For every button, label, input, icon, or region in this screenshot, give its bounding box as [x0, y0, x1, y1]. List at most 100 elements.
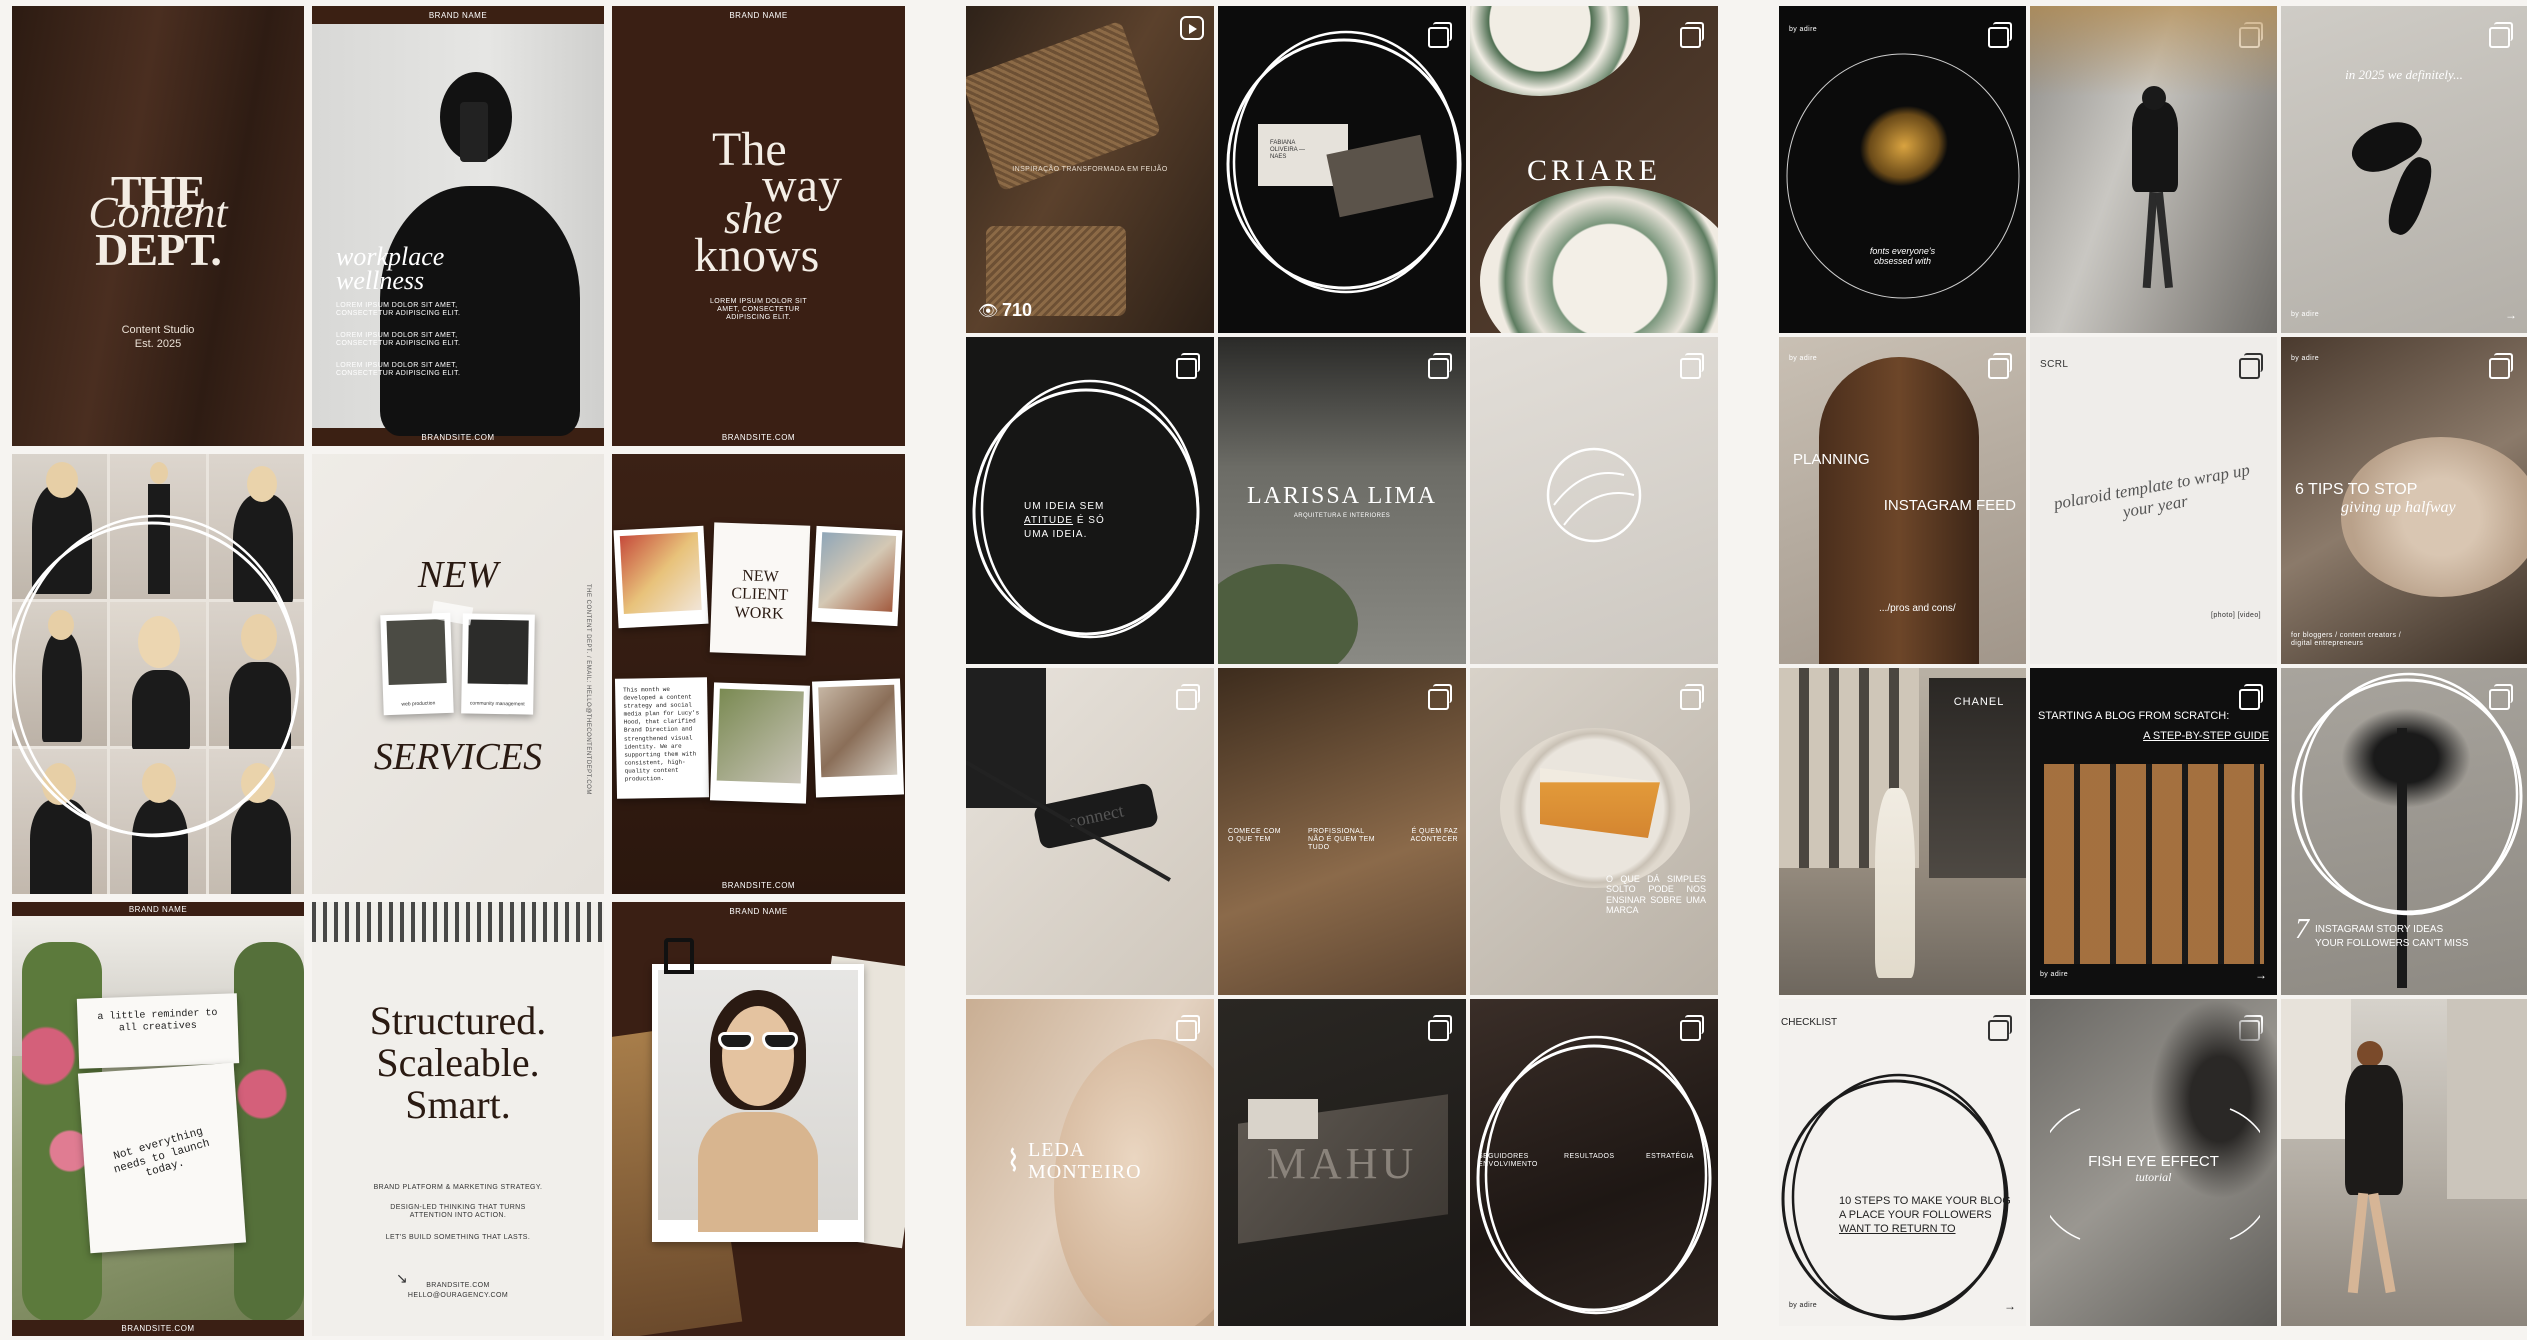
post-connect-tag[interactable]: connect	[966, 668, 1214, 995]
portrait-collage	[12, 454, 304, 894]
post-portrait-grid[interactable]	[12, 454, 304, 894]
post-the-content-dept[interactable]: THE Content DEPT. Content Studio Est. 20…	[12, 6, 304, 446]
post-2025-we-definitely[interactable]: in 2025 we definitely... by adire →	[2281, 6, 2527, 333]
blog-subtitle: A STEP-BY-STEP GUIDE	[2143, 730, 2269, 742]
post-orange-cake[interactable]: O QUE DÁ SIMPLES SOLTO PODE NOS ENSINAR …	[1470, 668, 1718, 995]
post-comece-com[interactable]: COMECE COM O QUE TEM PROFISSIONAL NÃO É …	[1218, 668, 1466, 995]
photo-card-right: community management	[461, 613, 535, 715]
post-structured-scaleable-smart[interactable]: Structured. Scaleable. Smart. BRAND PLAT…	[312, 902, 604, 1336]
line-1: BRAND PLATFORM & MARKETING STRATEGY.	[373, 1184, 543, 1191]
name-line-1: LEDA	[1028, 1139, 1086, 1161]
body-3: LOREM IPSUM DOLOR SIT AMET, CONSECTETUR …	[336, 362, 461, 378]
post-fish-eye-effect[interactable]: FISH EYE EFFECT tutorial	[2030, 999, 2277, 1326]
column-3: ESTRATÉGIA	[1646, 1153, 1694, 1160]
by-label: by adire	[2291, 355, 2320, 362]
reel-icon	[1180, 16, 1204, 40]
studio-label: Content Studio	[121, 324, 195, 336]
person-leg-1	[2347, 1192, 2369, 1294]
body-1: LOREM IPSUM DOLOR SIT AMET, CONSECTETUR …	[336, 302, 461, 318]
name-subtitle: ARQUITETURA E INTERIORES	[1293, 513, 1391, 519]
post-woman-wall[interactable]	[2030, 6, 2277, 333]
brand-name: BRAND NAME	[128, 905, 188, 914]
brand-criare: CRIARE	[1526, 154, 1661, 187]
photo-card-2	[811, 525, 903, 627]
script-heading: in 2025 we definitely...	[2345, 67, 2463, 82]
logo-bottom: DEPT.	[95, 224, 222, 275]
brand-name: BRAND NAME	[729, 11, 788, 20]
headline-3: Smart.	[405, 1082, 511, 1127]
post-leather-texture[interactable]: SEGUIDORES ENVOLVIMENTO RESULTADOS ESTRA…	[1470, 999, 1718, 1326]
reminder-note-bottom: Not everything needs to launch today.	[77, 1062, 247, 1254]
by-label: by adire	[1789, 355, 1818, 362]
plate-bottom	[1480, 186, 1718, 333]
name-title: LARISSA LIMA	[1246, 483, 1438, 509]
post-reminder-note[interactable]: BRAND NAME a little reminder to all crea…	[12, 902, 304, 1336]
script-text: polaroid template to wrap up your year	[2052, 460, 2252, 521]
post-uma-ideia[interactable]: UM IDEIA SEM ATITUDE É SÓ UMA IDEIA.	[966, 337, 1214, 664]
person-leg-2	[2155, 191, 2173, 289]
email: HELLO@OURAGENCY.COM	[407, 1292, 509, 1299]
post-woven-chair[interactable]: INSPIRAÇÃO TRANSFORMADA EM FEIJÃO 👁 710	[966, 6, 1214, 333]
carousel-icon	[1176, 353, 1200, 379]
column-2: PROFISSIONAL NÃO É QUEM TEM TUDO	[1308, 828, 1375, 852]
green-chair	[1218, 564, 1358, 664]
photo-card-left: web production	[380, 612, 454, 716]
note-card: This month we developed a content strate…	[614, 677, 710, 799]
tips-script: giving up halfway	[2341, 499, 2456, 516]
person-head	[2142, 86, 2166, 110]
carousel-icon	[1680, 22, 1704, 48]
brand-name: BRAND NAME	[428, 11, 488, 20]
grid-board-3: by adire fonts everyone's obsessed with …	[1779, 6, 2527, 1340]
post-checklist[interactable]: CHECKLIST 10 STEPS TO MAKE YOUR BLOG A P…	[1779, 999, 2026, 1326]
title-new: NEW	[417, 554, 499, 596]
name-line-2: MONTEIRO	[1028, 1161, 1142, 1183]
box-card	[1248, 1099, 1318, 1139]
site-url: BRANDSITE.COM	[721, 880, 796, 890]
golden-blur	[1848, 93, 1960, 199]
post-business-cards[interactable]: FABIANA OLIVEIRA — NAES	[1218, 6, 1466, 333]
post-fonts-obsessed[interactable]: by adire fonts everyone's obsessed with	[1779, 6, 2026, 333]
post-workplace-wellness[interactable]: BRAND NAME workplace wellness LOREM IPSU…	[312, 6, 604, 446]
post-polaroid-template[interactable]: SCRL polaroid template to wrap up your y…	[2030, 337, 2277, 664]
site-url: BRANDSITE.COM	[721, 432, 796, 442]
checklist-line-1: 10 STEPS TO MAKE YOUR BLOG	[1839, 1195, 2011, 1207]
caption: INSPIRAÇÃO TRANSFORMADA EM FEIJÃO	[1012, 166, 1168, 173]
number-7: 7	[2295, 914, 2309, 945]
post-starting-a-blog[interactable]: STARTING A BLOG FROM SCRATCH: A STEP-BY-…	[2030, 668, 2277, 995]
carousel-icon	[1428, 1015, 1452, 1041]
post-the-way-she-knows[interactable]: BRAND NAME The way she knows LOREM IPSUM…	[612, 6, 905, 446]
body-text: LOREM IPSUM DOLOR SIT AMET, CONSECTETUR …	[709, 298, 808, 322]
post-6-tips[interactable]: by adire 6 TIPS TO STOP giving up halfwa…	[2281, 337, 2527, 664]
post-new-services[interactable]: NEW web production community management …	[312, 454, 604, 894]
carousel-icon	[2239, 353, 2263, 379]
est-label: Est. 2025	[134, 338, 182, 350]
by-label: by adire	[1789, 26, 1818, 33]
column-1: COMECE COM O QUE TEM	[1228, 828, 1281, 844]
side-credit: THE CONTENT DEPT. / EMAIL: HELLO@THECONT…	[584, 584, 591, 795]
title-line-2: wellness	[336, 266, 425, 295]
post-larissa-lima[interactable]: LARISSA LIMA ARQUITETURA E INTERIORES	[1218, 337, 1466, 664]
light-glow	[2030, 6, 2277, 96]
post-new-client-work[interactable]: NEW CLIENT WORK This month we developed …	[612, 454, 905, 894]
post-planning-feed[interactable]: by adire PLANNING INSTAGRAM FEED .../pro…	[1779, 337, 2026, 664]
footer-label: [photo] [video]	[2211, 611, 2261, 619]
building-right	[2447, 999, 2527, 1199]
carousel-icon	[2489, 684, 2513, 710]
line-3: UMA IDEIA.	[1024, 529, 1088, 540]
post-woman-street[interactable]	[2281, 999, 2527, 1326]
post-mahu-box[interactable]: MAHU	[1218, 999, 1466, 1326]
post-criare-plates[interactable]: CRIARE	[1470, 6, 1718, 333]
circle-highlight-ring	[1476, 1035, 1712, 1315]
post-sunglasses-portrait[interactable]: BRAND NAME	[612, 902, 905, 1336]
word-atitude: ATITUDE	[1024, 515, 1074, 526]
person-head	[2357, 1041, 2383, 1067]
post-story-ideas[interactable]: 7 INSTAGRAM STORY IDEAS YOUR FOLLOWERS C…	[2281, 668, 2527, 995]
carousel-icon	[1428, 684, 1452, 710]
post-leda-monteiro[interactable]: LEDA MONTEIRO ⌇	[966, 999, 1214, 1326]
post-logo-mark[interactable]	[1470, 337, 1718, 664]
carousel-icon	[1428, 22, 1452, 48]
feed-title: INSTAGRAM FEED	[1883, 497, 2016, 514]
carousel-icon	[1988, 353, 2012, 379]
post-chanel-street[interactable]: CHANEL	[1779, 668, 2026, 995]
brand-name: BRAND NAME	[729, 907, 788, 916]
